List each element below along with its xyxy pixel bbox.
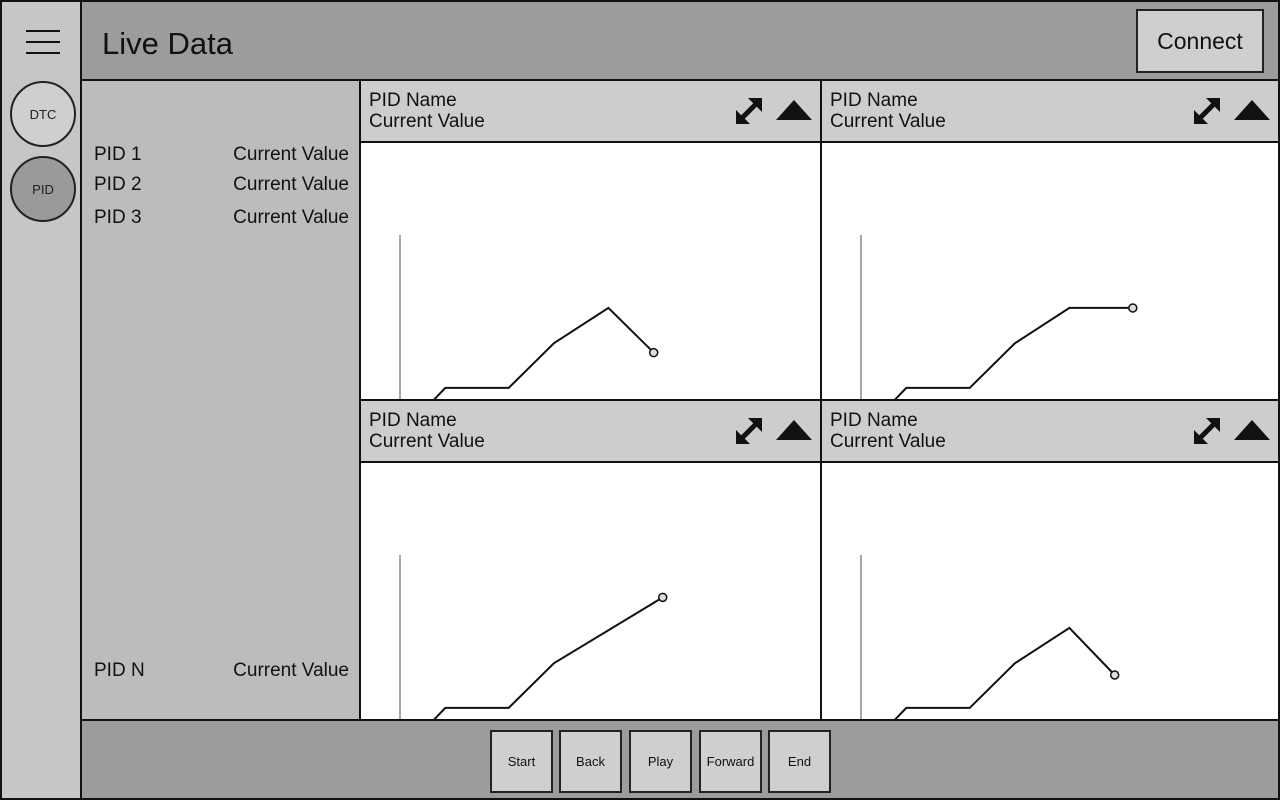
collapse-triangle-icon[interactable] — [776, 420, 812, 440]
panel-pid-name: PID Name — [369, 90, 457, 111]
pid-current-value: Current Value — [233, 174, 349, 195]
pid-name: PID 3 — [94, 207, 142, 228]
expand-icon[interactable] — [734, 416, 764, 446]
series-line — [433, 306, 655, 399]
end-button[interactable]: End — [768, 730, 831, 793]
expand-icon[interactable] — [1192, 416, 1222, 446]
header-bar: Live Data Connect — [80, 0, 1280, 81]
current-value-point — [657, 592, 668, 603]
series-line — [894, 626, 1116, 719]
play-button[interactable]: Play — [629, 730, 692, 793]
collapse-triangle-icon[interactable] — [1234, 420, 1270, 440]
line-chart-svg — [399, 235, 659, 399]
panel-header: PID Name Current Value — [361, 401, 820, 463]
panel-current-value: Current Value — [369, 111, 485, 132]
current-value-point — [648, 347, 659, 358]
hamburger-menu-icon[interactable] — [26, 28, 60, 56]
nav-rail: DTC PID — [0, 0, 82, 800]
pid-chart-panel: PID Name Current Value — [820, 79, 1280, 401]
line-chart-svg — [860, 235, 1138, 399]
panel-pid-name: PID Name — [830, 90, 918, 111]
panel-pid-name: PID Name — [369, 410, 457, 431]
expand-icon[interactable] — [734, 96, 764, 126]
collapse-triangle-icon[interactable] — [1234, 100, 1270, 120]
pid-chart-panel: PID Name Current Value — [820, 399, 1280, 721]
pid-name: PID 2 — [94, 174, 142, 195]
expand-icon[interactable] — [1192, 96, 1222, 126]
line-chart-svg — [860, 555, 1120, 719]
playback-bar: Start Back Play Forward End — [80, 719, 1280, 800]
line-chart — [822, 143, 1278, 399]
start-button[interactable]: Start — [490, 730, 553, 793]
line-chart — [361, 143, 820, 399]
pid-current-value: Current Value — [233, 144, 349, 165]
pid-list: PID 1 Current Value PID 2 Current Value … — [80, 79, 361, 722]
panel-current-value: Current Value — [830, 431, 946, 452]
collapse-triangle-icon[interactable] — [776, 100, 812, 120]
panel-header: PID Name Current Value — [361, 81, 820, 143]
line-chart — [822, 463, 1278, 719]
page-title: Live Data — [102, 26, 233, 61]
nav-pid-button[interactable]: PID — [10, 156, 76, 222]
pid-name: PID 1 — [94, 144, 142, 165]
series-line — [894, 306, 1133, 399]
panel-current-value: Current Value — [369, 431, 485, 452]
connect-button[interactable]: Connect — [1136, 9, 1264, 73]
pid-current-value: Current Value — [233, 207, 349, 228]
back-button[interactable]: Back — [559, 730, 622, 793]
panel-current-value: Current Value — [830, 111, 946, 132]
pid-current-value: Current Value — [233, 660, 349, 681]
nav-dtc-button[interactable]: DTC — [10, 81, 76, 147]
line-chart-svg — [399, 555, 668, 719]
current-value-point — [1128, 303, 1138, 313]
panel-header: PID Name Current Value — [822, 401, 1278, 463]
current-value-point — [1109, 670, 1120, 680]
panel-pid-name: PID Name — [830, 410, 918, 431]
forward-button[interactable]: Forward — [699, 730, 762, 793]
pid-chart-panel: PID Name Current Value — [359, 399, 822, 721]
pid-chart-panel: PID Name Current Value — [359, 79, 822, 401]
panel-header: PID Name Current Value — [822, 81, 1278, 143]
series-line — [433, 596, 664, 719]
pid-name: PID N — [94, 660, 145, 681]
line-chart — [361, 463, 820, 719]
